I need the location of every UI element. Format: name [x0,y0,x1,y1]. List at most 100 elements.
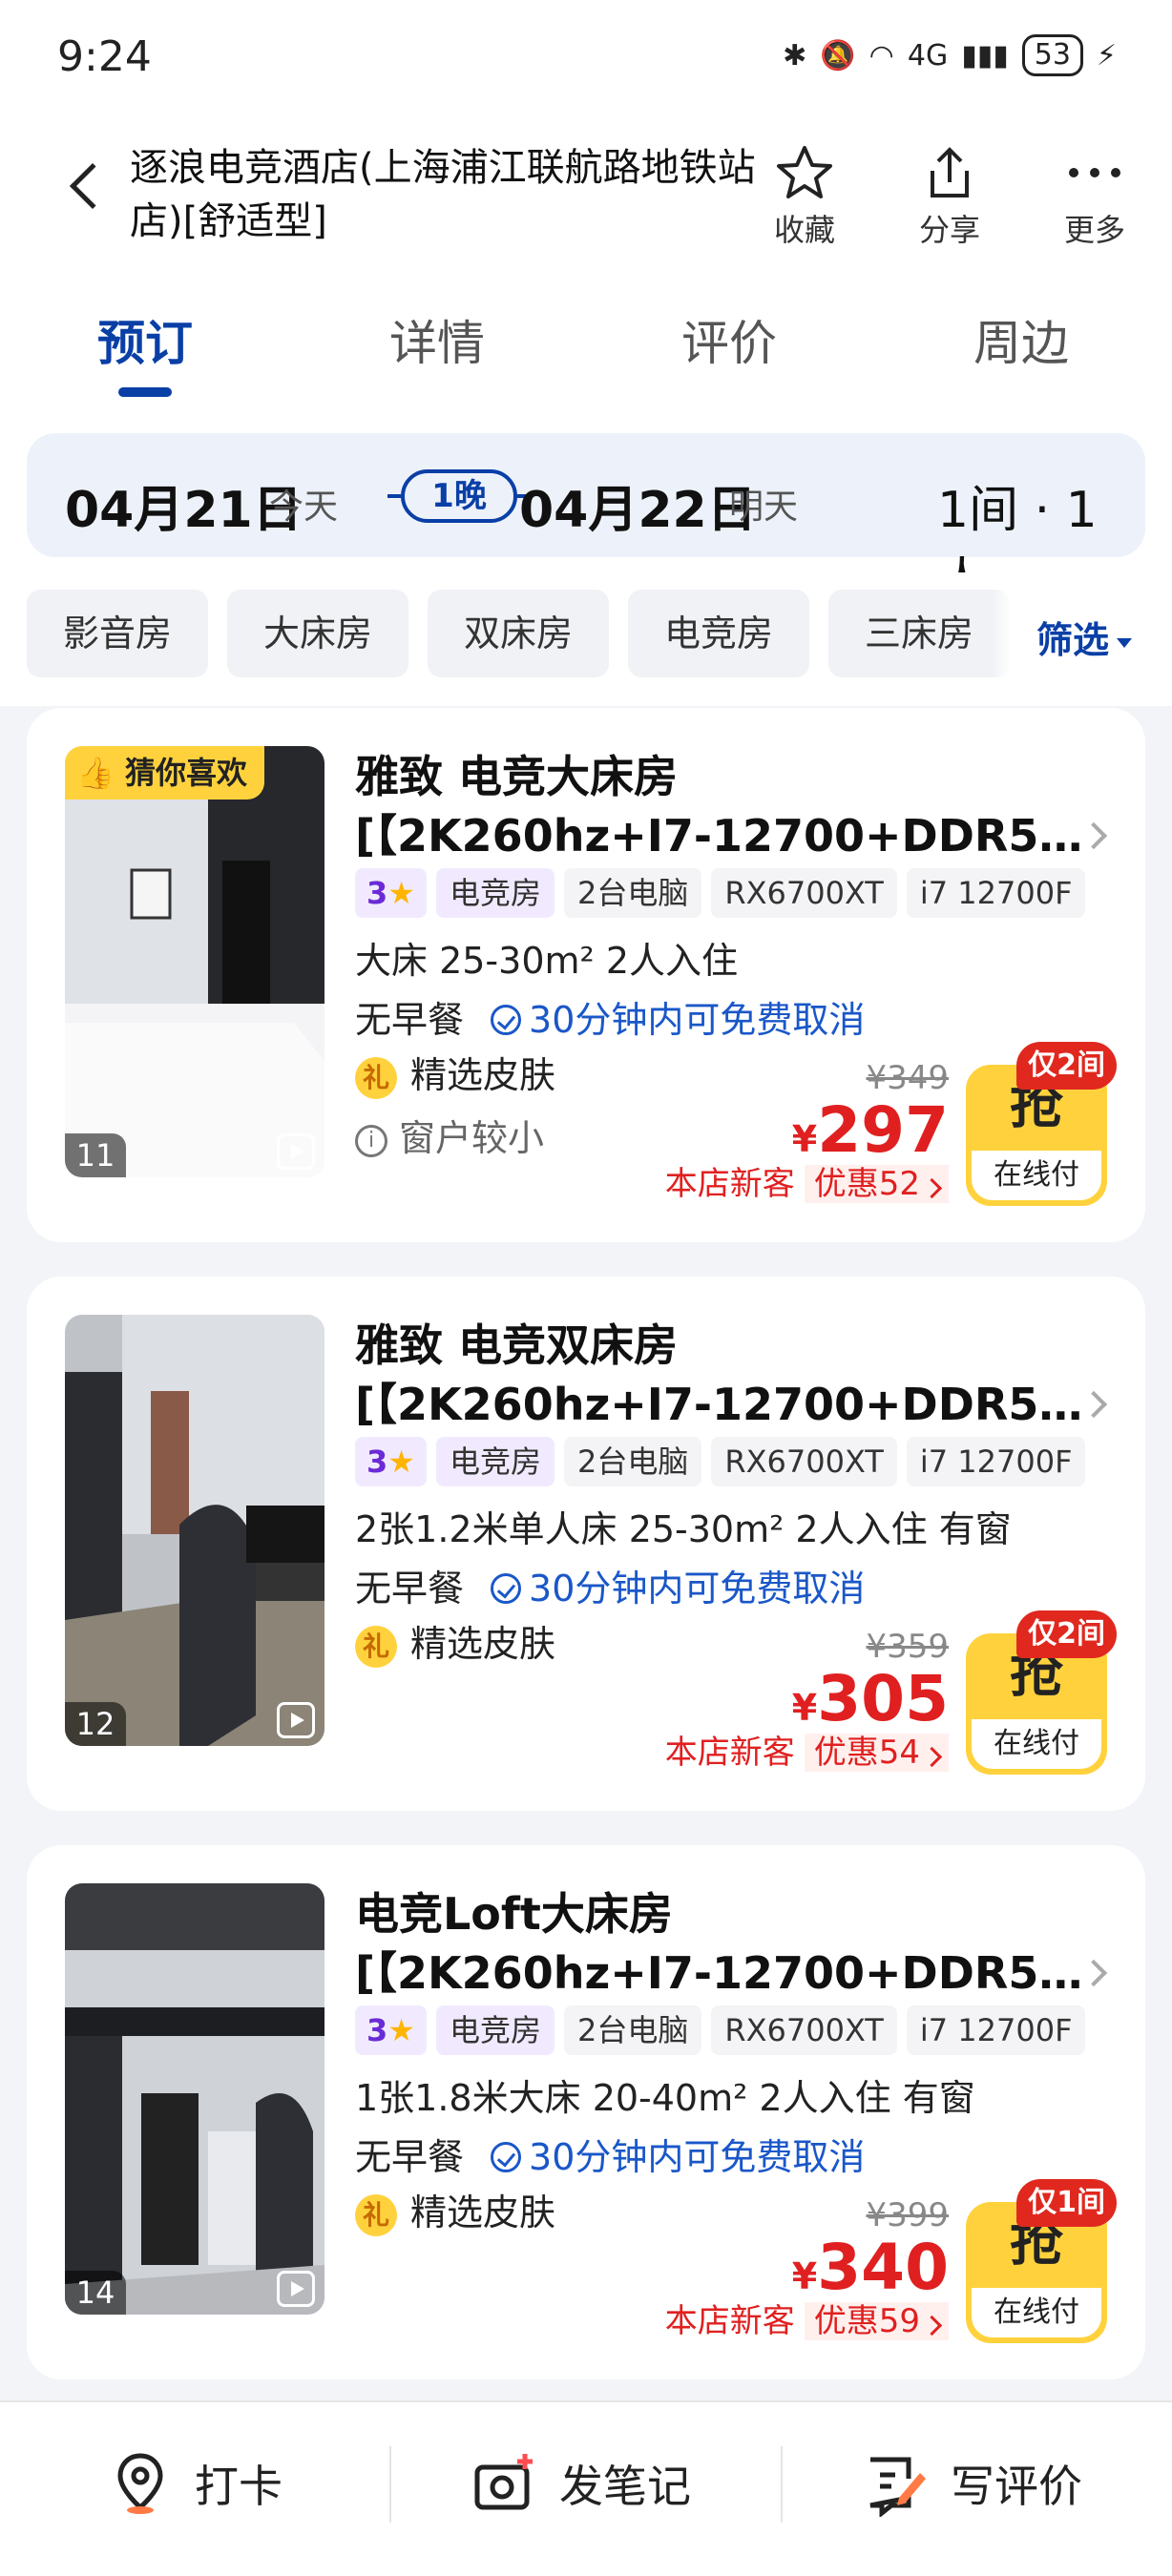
room-photo[interactable]: 👍 猜你喜欢 11 [65,746,324,1177]
video-play-icon [277,1133,315,1170]
room-card[interactable]: 👍 猜你喜欢 11 雅致 电竞大床房 [【2K260hz+I7-12700+DD… [27,708,1145,1242]
level-badge: 3★ [355,1437,427,1486]
checkout-sub: 明天 [729,488,799,527]
date-selector[interactable]: 04月21日 今天 1晚 04月22日 明天 1间 · 1人 [27,433,1145,611]
write-review-button[interactable]: 写评价 [863,2450,1082,2517]
star-icon [752,139,857,206]
filter-button[interactable]: 筛选 [1036,611,1133,663]
room-card[interactable]: 14 电竞Loft大床房 [【2K260hz+I7-12700+DDR5+RX6… [27,1845,1145,2379]
filter-chip[interactable]: 双床房 [428,590,609,677]
filter-chip[interactable]: 大床房 [227,590,408,677]
room-photo-image [65,1883,324,2315]
promo-label: 本店新客 [664,1165,795,1203]
bluetooth-icon: ✱ [783,38,807,73]
tab-bar: 预订 详情 评价 周边 [0,277,1172,410]
wifi-icon: ◠ [869,38,894,73]
check-circle-icon [491,2141,522,2172]
room-photo-image [65,746,324,1177]
room-tag: 2台电脑 [563,1437,702,1486]
bed-info: 1张1.8米大床 20-40m² 2人入住 有窗 [355,2077,975,2119]
room-tag: 电竞房 [435,2005,555,2055]
back-button[interactable] [69,162,116,210]
room-description: [【2K260hz+I7-12700+DDR5+RX6700XT】 [355,1947,1099,1999]
tab-nearby[interactable]: 周边 [973,305,1069,374]
room-tag: i7 12700F [906,868,1086,918]
charging-icon: ⚡ [1096,38,1117,73]
breakfast-info: 无早餐 [355,2136,465,2178]
room-description: [【2K260hz+I7-12700+DDR5+RX6700XT】 [355,810,1099,862]
favorite-button[interactable]: 收藏 [752,139,857,250]
meal-cancel-line: 无早餐 30分钟内可免费取消 [355,2128,865,2180]
promo-line[interactable]: 本店新客 优惠52 [665,1160,949,1208]
bed-info: 大床 25-30m² 2人入住 [355,940,739,982]
filter-chip[interactable]: 影音房 [27,590,208,677]
room-name: 电竞Loft大床房 [355,1888,673,1940]
tab-details[interactable]: 详情 [389,305,485,374]
active-tab-indicator [118,387,172,397]
perk-line: 礼精选皮肤 [355,1046,555,1099]
photo-count: 12 [65,1702,126,1746]
promo-discount: 优惠52 [804,1165,949,1203]
clock: 9:24 [57,32,152,81]
rooms-left-badge: 仅2间 [1016,1042,1117,1090]
checkin-sub: 今天 [269,488,339,527]
video-play-icon [277,1702,315,1738]
nights-badge: 1晚 [387,469,531,523]
cancel-policy: 30分钟内可免费取消 [529,2136,866,2178]
tab-booking[interactable]: 预订 [97,305,193,374]
room-photo[interactable]: 12 [65,1315,324,1746]
promo-discount: 优惠54 [804,1734,949,1772]
battery-icon: 53 [1021,34,1083,76]
star-icon: ★ [387,875,415,911]
filter-chip[interactable]: 三床房 [828,590,1010,677]
info-icon: i [355,1124,387,1157]
level-badge: 3★ [355,868,427,918]
room-tag: i7 12700F [906,1437,1086,1486]
share-button[interactable]: 分享 [897,139,1002,250]
gift-icon: 礼 [355,1056,397,1099]
original-price: ¥359 [866,1628,949,1666]
original-price: ¥349 [866,1059,949,1097]
promo-discount: 优惠59 [804,2302,949,2340]
status-bar: 9:24 ✱ 🔕 ◠ 4G ▮▮▮ 53 ⚡ [0,0,1172,114]
perk-line: 礼精选皮肤 [355,1614,555,1668]
rooms-left-badge: 仅1间 [1016,2179,1117,2227]
post-note-button[interactable]: 发笔记 [471,2450,691,2517]
hotel-header: 逐浪电竞酒店(上海浦江联航路地铁站店)[舒适型] 收藏 分享 更多 [0,114,1172,277]
video-play-icon [277,2271,315,2307]
checkout-date[interactable]: 04月22日 [519,469,757,541]
bed-info: 2张1.2米单人床 25-30m² 2人入住 有窗 [355,1508,1012,1550]
room-card[interactable]: 12 雅致 电竞双床房 [【2K260hz+I7-12700+DDR5+RX67… [27,1277,1145,1811]
dropdown-arrow-icon [1117,637,1133,648]
room-tag: RX6700XT [711,868,897,918]
room-photo-image [65,1315,324,1746]
current-price: ¥340 [791,2231,949,2304]
checkin-button[interactable]: 打卡 [107,2450,283,2517]
filter-chip[interactable]: 电竞房 [628,590,809,677]
checkin-date[interactable]: 04月21日 [65,469,303,541]
meal-cancel-line: 无早餐 30分钟内可免费取消 [355,990,865,1043]
promo-line[interactable]: 本店新客 优惠54 [665,1729,949,1776]
camera-plus-icon [474,2454,533,2510]
level-badge: 3★ [355,2005,427,2055]
room-tags: 3★ 电竞房 2台电脑 RX6700XT i7 12700F [355,868,1086,918]
star-icon: ★ [387,2012,415,2048]
room-description: [【2K260hz+I7-12700+DDR5+RX6700XT】 [355,1379,1099,1430]
promo-line[interactable]: 本店新客 优惠59 [665,2297,949,2345]
edit-review-icon [869,2457,926,2517]
location-pin-icon [117,2453,163,2514]
gift-icon: 礼 [355,2193,397,2236]
room-tags: 3★ 电竞房 2台电脑 RX6700XT i7 12700F [355,1437,1086,1486]
room-note: i 窗户较小 [355,1109,544,1161]
cancel-policy: 30分钟内可免费取消 [529,1568,866,1610]
breakfast-info: 无早餐 [355,999,465,1041]
room-tag: RX6700XT [711,1437,897,1486]
room-filter-bar: 影音房 大床房 双床房 电竞房 三床房 筛选 [0,572,1172,706]
more-button[interactable]: 更多 [1042,139,1147,250]
room-photo[interactable]: 14 [65,1883,324,2315]
gift-icon: 礼 [355,1625,397,1668]
cancel-policy: 30分钟内可免费取消 [529,999,866,1041]
tab-reviews[interactable]: 评价 [681,305,777,374]
room-tag: 2台电脑 [563,868,702,918]
more-dots-icon [1042,139,1147,206]
